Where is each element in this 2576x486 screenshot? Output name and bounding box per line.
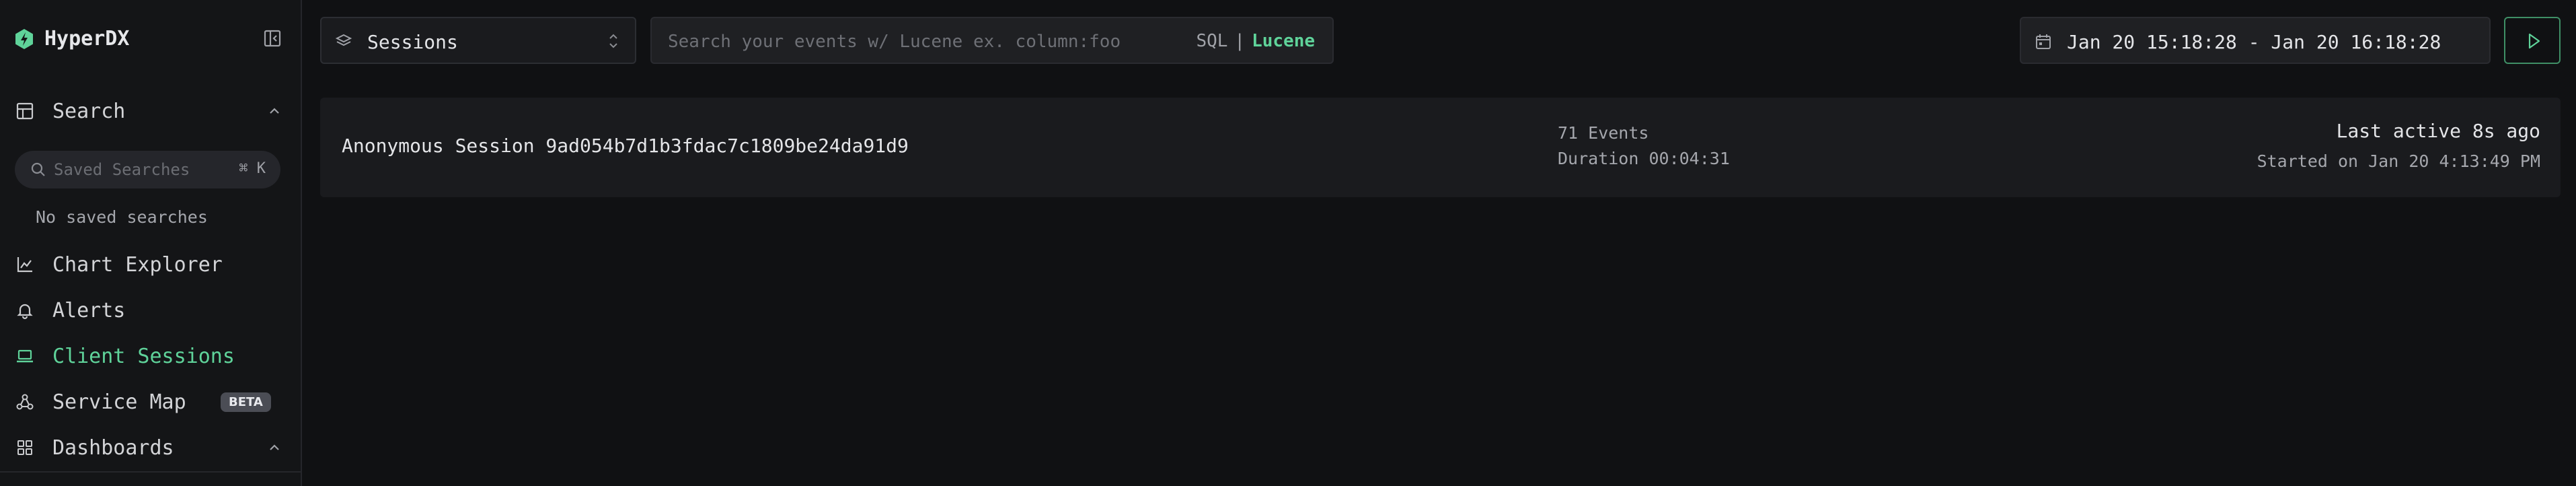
hyperdx-logo-icon	[15, 29, 33, 49]
logo-row: HyperDX	[15, 26, 284, 53]
grid-icon	[15, 438, 35, 458]
sidebar-item-label: Alerts	[52, 298, 126, 322]
sidebar-item-chart-explorer[interactable]: Chart Explorer	[15, 250, 284, 279]
sidebar-item-label: Client Sessions	[52, 344, 235, 368]
search-input[interactable]	[667, 26, 1194, 57]
session-name: Anonymous Session 9ad054b7d1b3fdac7c1809…	[342, 135, 909, 157]
sidebar-item-label: Service Map	[52, 390, 186, 414]
keyboard-shortcut: ⌘ K	[239, 160, 266, 177]
saved-searches-input[interactable]: Saved Searches ⌘ K	[15, 151, 280, 188]
calendar-icon	[2036, 34, 2051, 49]
run-query-button[interactable]	[2504, 17, 2561, 64]
sidebar-item-alerts[interactable]: Alerts	[15, 296, 284, 325]
play-icon	[2528, 33, 2540, 49]
layers-icon	[335, 34, 352, 46]
date-range-picker[interactable]: Jan 20 15:18:28 - Jan 20 16:18:28	[2020, 17, 2491, 64]
app-name: HyperDX	[44, 27, 130, 50]
collapse-sidebar-icon[interactable]	[262, 28, 282, 48]
sidebar-item-client-sessions[interactable]: Client Sessions	[15, 341, 284, 371]
laptop-icon	[15, 346, 35, 366]
session-last-active: Last active 8s ago	[2336, 120, 2540, 142]
chevron-up-icon[interactable]	[265, 102, 284, 120]
source-select[interactable]: Sessions	[320, 17, 636, 64]
table-icon	[15, 101, 35, 121]
no-saved-searches-text: No saved searches	[36, 207, 208, 227]
selector-icon	[609, 34, 617, 48]
session-event-count: 71 Events	[1558, 123, 1649, 143]
source-select-value: Sessions	[367, 31, 458, 53]
search-icon	[31, 162, 45, 176]
lucene-toggle[interactable]: Lucene	[1252, 31, 1315, 51]
bell-icon	[15, 300, 35, 320]
session-duration: Duration 00:04:31	[1558, 149, 1730, 168]
search-bar: SQL | Lucene	[650, 17, 1334, 64]
sidebar-item-label: Dashboards	[52, 436, 174, 460]
chart-line-icon	[15, 254, 35, 275]
sidebar: HyperDX Search Saved Searches ⌘ K No sav…	[0, 0, 302, 486]
sidebar-item-label: Search	[52, 99, 126, 123]
saved-searches-placeholder: Saved Searches	[54, 160, 190, 179]
language-separator: |	[1234, 31, 1246, 51]
sidebar-item-search[interactable]: Search	[15, 96, 284, 126]
divider	[0, 471, 302, 473]
beta-badge: BETA	[221, 392, 271, 412]
date-range-value: Jan 20 15:18:28 - Jan 20 16:18:28	[2067, 31, 2441, 53]
sidebar-item-label: Chart Explorer	[52, 252, 223, 277]
sidebar-item-service-map[interactable]: Service Map BETA	[15, 387, 284, 417]
session-card[interactable]: Anonymous Session 9ad054b7d1b3fdac7c1809…	[320, 98, 2561, 197]
session-started: Started on Jan 20 4:13:49 PM	[2257, 151, 2540, 171]
query-language-toggle: SQL | Lucene	[1196, 31, 1315, 51]
chevron-up-icon[interactable]	[265, 438, 284, 457]
sql-toggle[interactable]: SQL	[1196, 31, 1227, 51]
graph-icon	[15, 392, 35, 412]
sidebar-item-dashboards[interactable]: Dashboards	[15, 433, 284, 462]
